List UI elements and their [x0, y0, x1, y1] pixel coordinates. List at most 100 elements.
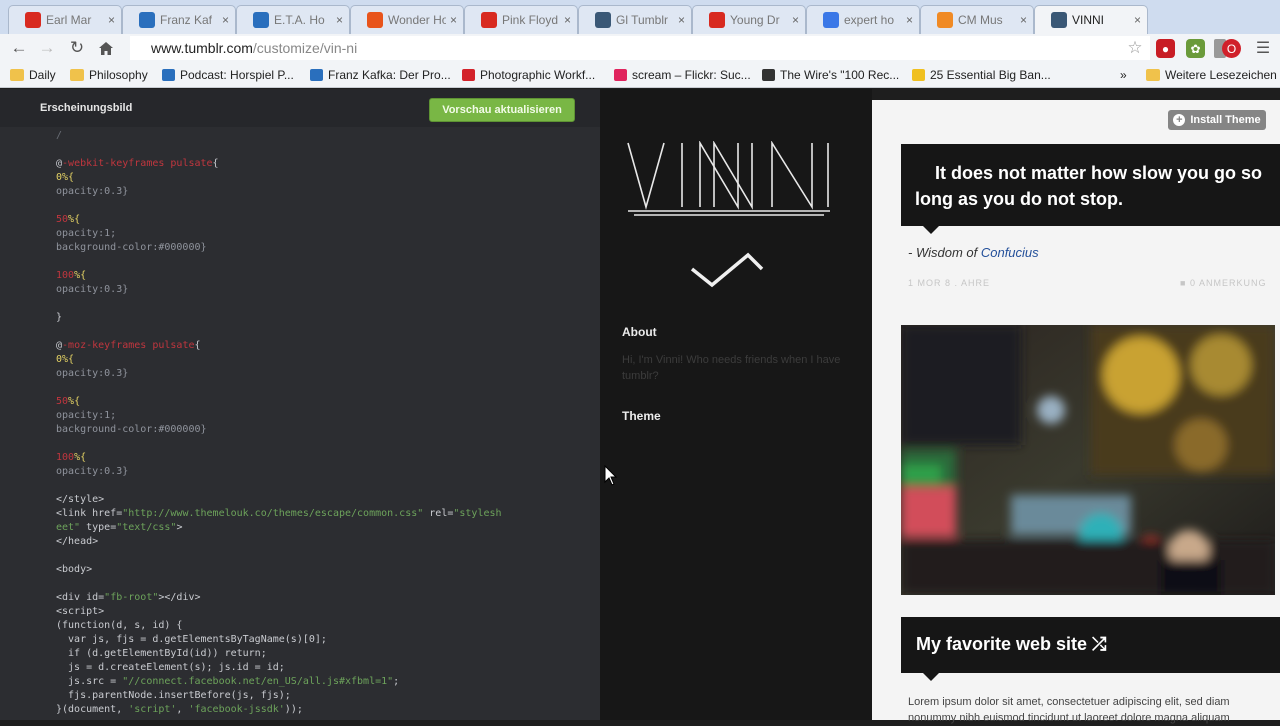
bookmarks-overflow[interactable]: »: [1120, 67, 1127, 83]
tab[interactable]: CM Mus ×: [920, 5, 1034, 34]
link-post-text: Lorem ipsum dolor sit amet, consectetuer…: [908, 696, 1230, 724]
close-icon[interactable]: ×: [108, 13, 115, 27]
other-bookmarks-label: Weitere Lesezeichen: [1165, 68, 1277, 82]
code-token: "//connect.facebook.net/en_US/all.js#xfb…: [122, 676, 394, 687]
update-preview-button[interactable]: Vorschau aktualisieren: [429, 98, 575, 122]
home-icon[interactable]: [95, 37, 117, 59]
code-line: if (d.getElementById(id)) return;: [56, 647, 584, 661]
code-token: 50: [56, 214, 69, 225]
tab[interactable]: Young Dr ×: [692, 5, 806, 34]
code-token: opacity:0.3}: [56, 284, 129, 295]
photo-post-image[interactable]: [901, 325, 1275, 595]
bookmark-item[interactable]: Photographic Workf...: [462, 67, 595, 83]
quote-source-link[interactable]: Confucius: [981, 245, 1039, 260]
bookmark-item[interactable]: 25 Essential Big Ban...: [912, 67, 1051, 83]
opera-icon[interactable]: O: [1222, 39, 1241, 58]
close-icon[interactable]: ×: [336, 13, 343, 27]
ext-leaf-icon[interactable]: ✿: [1186, 39, 1205, 58]
bookmark-item[interactable]: scream – Flickr: Suc...: [614, 67, 751, 83]
tab[interactable]: E.T.A. Ho ×: [236, 5, 350, 34]
code-line: background-color:#000000}: [56, 423, 584, 437]
tab[interactable]: Gl Tumblr ×: [578, 5, 692, 34]
code-line: }(document, 'script', 'facebook-jssdk'))…: [56, 703, 584, 717]
code-line: fjs.parentNode.insertBefore(js, fjs);: [56, 689, 584, 703]
tab-label: Young Dr: [730, 13, 780, 27]
close-icon[interactable]: ×: [1134, 13, 1141, 27]
code-token: >: [176, 522, 183, 533]
close-icon[interactable]: ×: [450, 13, 457, 27]
code-token: var js, fjs = d.getElementsByTagName(s)[…: [56, 634, 327, 645]
code-token: background-color:#000000}: [56, 242, 207, 253]
posts-column: + Install Theme It does not matter how sl…: [872, 100, 1280, 724]
code-token: background-color:#000000}: [56, 424, 207, 435]
blog-logo[interactable]: [626, 141, 832, 217]
code-token: (function(d, s, id) {: [56, 620, 183, 631]
close-icon[interactable]: ×: [564, 13, 571, 27]
url-host: www.tumblr.com: [151, 40, 253, 56]
plus-icon: +: [1173, 114, 1186, 126]
chevron-down-icon[interactable]: [690, 249, 764, 289]
tab-label: Wonder Ho: [388, 13, 446, 27]
forward-icon[interactable]: →: [36, 37, 58, 59]
code-token: rel=: [423, 508, 454, 519]
quote-notch: [923, 226, 939, 234]
theme-heading[interactable]: Theme: [622, 409, 661, 423]
bookmark-label: scream – Flickr: Suc...: [632, 68, 751, 82]
back-icon[interactable]: ←: [8, 37, 30, 59]
code-token: 100: [56, 452, 75, 463]
close-icon[interactable]: ×: [906, 13, 913, 27]
address-bar[interactable]: www.tumblr.com/customize/vin-ni: [130, 36, 1150, 60]
tab[interactable]: Pink Floyd ×: [464, 5, 578, 34]
other-bookmarks[interactable]: Weitere Lesezeichen: [1146, 67, 1277, 83]
code-token: opacity:0.3}: [56, 368, 129, 379]
code-token: type=: [80, 522, 117, 533]
post-date[interactable]: 1 MOR 8 . AHRE: [908, 278, 990, 288]
menu-icon[interactable]: ☰: [1252, 37, 1274, 59]
code-line: 50%{: [56, 395, 584, 409]
code-token: opacity:1;: [56, 228, 117, 239]
tab[interactable]: Wonder Ho ×: [350, 5, 464, 34]
tab[interactable]: Earl Mar ×: [8, 5, 122, 34]
bookmark-item[interactable]: The Wire's "100 Rec...: [762, 67, 899, 83]
code-line: opacity:1;: [56, 227, 584, 241]
code-token: </head>: [56, 536, 99, 547]
about-heading: About: [622, 325, 657, 339]
close-icon[interactable]: ×: [678, 13, 685, 27]
code-line: <link href="http://www.themelouk.co/them…: [56, 507, 584, 521]
tab[interactable]: VINNI ×: [1034, 5, 1148, 34]
bookmark-item[interactable]: Daily: [10, 67, 56, 83]
install-theme-button[interactable]: + Install Theme: [1168, 110, 1266, 130]
youtube-icon: [25, 12, 41, 28]
bookmark-item[interactable]: Philosophy: [70, 67, 148, 83]
html-code-area[interactable]: / @-webkit-keyframes pulsate{0%{opacity:0…: [56, 129, 584, 717]
post-notes[interactable]: ■ 0 ANMERKUNG: [1180, 278, 1266, 288]
ext-shield-icon[interactable]: ●: [1156, 39, 1175, 58]
browser-toolbar: ← → ↻ www.tumblr.com/customize/vin-ni ☆ …: [0, 34, 1280, 62]
close-icon[interactable]: ×: [1020, 13, 1027, 27]
tab[interactable]: expert ho ×: [806, 5, 920, 34]
bookmark-item[interactable]: Franz Kafka: Der Pro...: [310, 67, 451, 83]
link-post-title[interactable]: My favorite web site ⤮: [916, 634, 1106, 655]
code-token: 'facebook-jssdk': [188, 704, 285, 715]
bookmark-item[interactable]: Podcast: Horspiel P...: [162, 67, 294, 83]
code-token: }: [56, 312, 63, 323]
adobe-icon: [462, 69, 475, 81]
code-token: ,: [176, 704, 189, 715]
tab[interactable]: Franz Kaf ×: [122, 5, 236, 34]
code-token: -webkit-keyframes pulsate: [62, 158, 213, 169]
music-icon: [937, 12, 953, 28]
close-icon[interactable]: ×: [222, 13, 229, 27]
star-icon[interactable]: ☆: [1124, 37, 1146, 59]
quote-source: - Wisdom of Confucius: [908, 245, 1039, 260]
code-token: 'script': [128, 704, 177, 715]
code-token: 50: [56, 396, 69, 407]
close-icon[interactable]: ×: [792, 13, 799, 27]
reload-icon[interactable]: ↻: [66, 37, 88, 59]
